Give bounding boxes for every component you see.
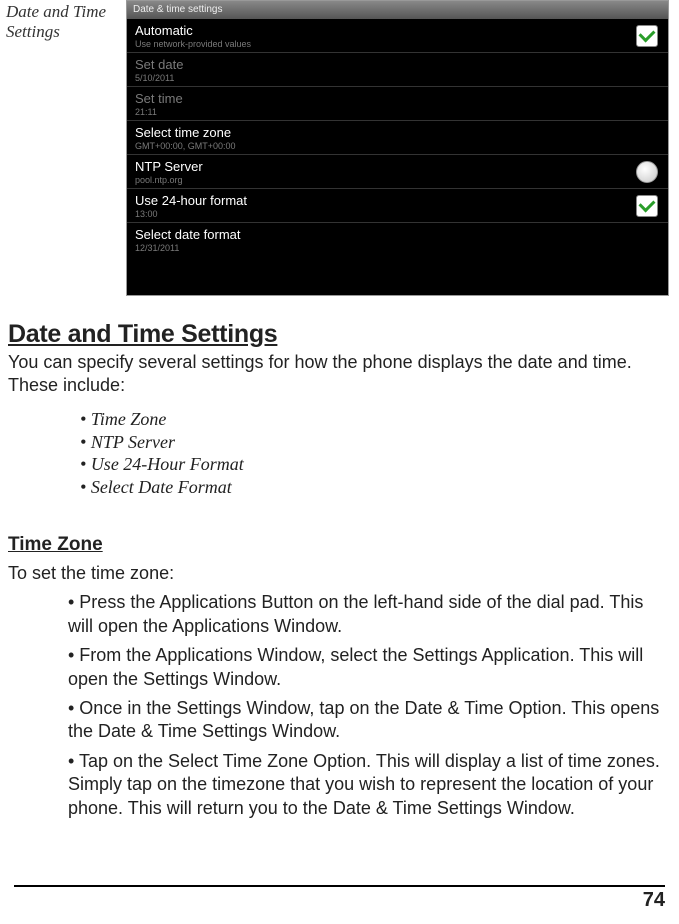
feature-bullet-list: Time Zone NTP Server Use 24-Hour Format … xyxy=(8,408,669,498)
row-select-timezone[interactable]: Select time zone GMT+00:00, GMT+00:00 xyxy=(127,121,668,155)
row-title: NTP Server xyxy=(135,159,660,174)
page-number: 74 xyxy=(14,889,665,912)
radio-icon[interactable] xyxy=(636,161,658,183)
row-ntp-server[interactable]: NTP Server pool.ntp.org xyxy=(127,155,668,189)
row-subtitle: 21:11 xyxy=(135,107,660,117)
step-item: • Tap on the Select Time Zone Option. Th… xyxy=(68,750,669,820)
window-titlebar: Date & time settings xyxy=(127,1,668,19)
steps-list: • Press the Applications Button on the l… xyxy=(8,591,669,820)
row-title: Set date xyxy=(135,57,660,72)
row-subtitle: GMT+00:00, GMT+00:00 xyxy=(135,141,660,151)
row-subtitle: 12/31/2011 xyxy=(135,243,660,253)
list-item: Time Zone xyxy=(80,408,669,431)
step-item: • Once in the Settings Window, tap on th… xyxy=(68,697,669,744)
row-set-time: Set time 21:11 xyxy=(127,87,668,121)
row-automatic[interactable]: Automatic Use network-provided values xyxy=(127,19,668,53)
row-title: Select time zone xyxy=(135,125,660,140)
checkbox-icon[interactable] xyxy=(636,195,658,217)
row-set-date: Set date 5/10/2011 xyxy=(127,53,668,87)
list-item: Use 24-Hour Format xyxy=(80,453,669,476)
subsection-heading: Time Zone xyxy=(8,534,669,556)
checkbox-icon[interactable] xyxy=(636,25,658,47)
step-item: • From the Applications Window, select t… xyxy=(68,644,669,691)
section-heading: Date and Time Settings xyxy=(8,320,669,349)
section-intro: You can specify several settings for how… xyxy=(8,351,669,396)
screenshot-date-time-settings: Date & time settings Automatic Use netwo… xyxy=(126,0,669,296)
row-title: Set time xyxy=(135,91,660,106)
row-title: Select date format xyxy=(135,227,660,242)
footer-rule xyxy=(14,885,665,887)
row-title: Use 24-hour format xyxy=(135,193,660,208)
row-subtitle: 13:00 xyxy=(135,209,660,219)
page-footer: 74 xyxy=(0,885,679,912)
row-subtitle: 5/10/2011 xyxy=(135,73,660,83)
list-item: Select Date Format xyxy=(80,476,669,499)
row-title: Automatic xyxy=(135,23,660,38)
row-24h-format[interactable]: Use 24-hour format 13:00 xyxy=(127,189,668,223)
subsection-intro: To set the time zone: xyxy=(8,562,669,585)
figure-caption: Date and Time Settings xyxy=(6,0,126,296)
row-subtitle: Use network-provided values xyxy=(135,39,660,49)
list-item: NTP Server xyxy=(80,431,669,454)
row-subtitle: pool.ntp.org xyxy=(135,175,660,185)
row-select-date-format[interactable]: Select date format 12/31/2011 xyxy=(127,223,668,256)
step-item: • Press the Applications Button on the l… xyxy=(68,591,669,638)
